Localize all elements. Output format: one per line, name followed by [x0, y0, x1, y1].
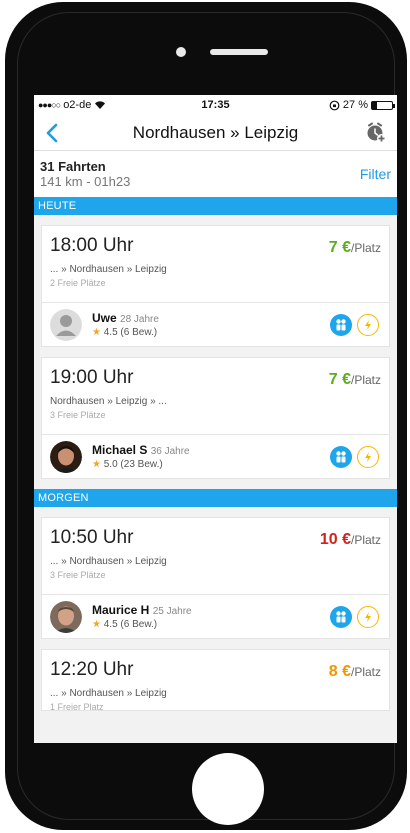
driver-name: Maurice H 25 Jahre — [92, 603, 192, 617]
driver-name-text: Uwe — [92, 311, 117, 325]
free-seats: 3 Freie Plätze — [50, 410, 106, 420]
price-amount: 10 € — [319, 531, 351, 548]
price-amount: 7 € — [328, 371, 351, 388]
driver-rating: ★ 5.0 (23 Bew.) — [92, 459, 190, 470]
price-amount: 8 € — [328, 663, 351, 680]
driver-age: 25 Jahre — [152, 606, 192, 617]
user-placeholder-icon — [50, 308, 82, 341]
back-button[interactable] — [34, 115, 70, 151]
add-alert-button[interactable] — [365, 122, 387, 144]
women-only-icon — [330, 446, 352, 468]
alarm-add-icon — [367, 122, 386, 143]
battery-icon — [371, 100, 395, 110]
app-screen: ●●●○○ o2-de 17:35 27 % Nordhausen » Leip… — [34, 95, 397, 743]
distance-duration: 141 km - 01h23 — [40, 174, 131, 189]
section-header-today: HEUTE — [34, 197, 397, 215]
price-unit: /Platz — [350, 241, 381, 255]
star-icon: ★ — [92, 459, 101, 470]
rating-text: 5.0 (23 Bew.) — [103, 459, 163, 470]
section-header-tomorrow: MORGEN — [34, 489, 397, 507]
price-unit: /Platz — [350, 373, 381, 387]
carrier-name: o2-de — [63, 99, 92, 111]
ride-details: 19:00 Uhr 7 €/Platz Nordhausen » Leipzig… — [42, 358, 389, 434]
ride-card[interactable]: 19:00 Uhr 7 €/Platz Nordhausen » Leipzig… — [41, 357, 390, 479]
driver-info: Uwe 28 Jahre ★ 4.5 (6 Bew.) — [92, 311, 159, 338]
women-only-icon — [330, 314, 352, 336]
star-icon: ★ — [92, 619, 101, 630]
navigation-bar: Nordhausen » Leipzig — [34, 115, 397, 151]
price: 10 €/Platz — [320, 531, 381, 549]
ride-details: 12:20 Uhr 8 €/Platz ... » Nordhausen » L… — [42, 650, 389, 711]
avatar — [50, 440, 82, 473]
results-summary: 31 Fahrten 141 km - 01h23 Filter — [34, 151, 397, 197]
instant-booking-icon — [357, 606, 379, 628]
rotation-lock-icon — [329, 100, 340, 110]
driver-name: Michael S 36 Jahre — [92, 443, 190, 457]
driver-info: Maurice H 25 Jahre ★ 4.5 (6 Bew.) — [92, 603, 192, 630]
driver-name-text: Maurice H — [92, 603, 150, 617]
home-button[interactable] — [192, 753, 264, 825]
price: 7 €/Platz — [329, 371, 381, 389]
battery-percent: 27 % — [342, 99, 368, 111]
filter-button[interactable]: Filter — [360, 166, 391, 182]
rating-text: 4.5 (6 Bew.) — [103, 619, 158, 630]
ride-details: 18:00 Uhr 7 €/Platz ... » Nordhausen » L… — [42, 226, 389, 302]
ride-card[interactable]: 18:00 Uhr 7 €/Platz ... » Nordhausen » L… — [41, 225, 390, 347]
driver-rating: ★ 4.5 (6 Bew.) — [92, 327, 159, 338]
driver-age: 36 Jahre — [150, 446, 190, 457]
driver-rating: ★ 4.5 (6 Bew.) — [92, 619, 192, 630]
driver-age: 28 Jahre — [120, 314, 159, 325]
free-seats: 1 Freier Platz — [50, 702, 104, 711]
price: 7 €/Platz — [329, 239, 381, 257]
price-unit: /Platz — [350, 533, 381, 547]
price-unit: /Platz — [350, 665, 381, 679]
page-title: Nordhausen » Leipzig — [132, 122, 299, 142]
front-camera — [176, 47, 186, 57]
free-seats: 2 Freie Plätze — [50, 278, 106, 288]
driver-name-text: Michael S — [92, 443, 148, 457]
driver-name: Uwe 28 Jahre — [92, 311, 159, 325]
battery-level — [372, 101, 378, 109]
instant-booking-icon — [357, 314, 379, 336]
ride-badges — [330, 606, 379, 628]
ride-card[interactable]: 10:50 Uhr 10 €/Platz ... » Nordhausen » … — [41, 517, 390, 639]
driver-row[interactable]: Maurice H 25 Jahre ★ 4.5 (6 Bew.) — [42, 594, 389, 638]
ride-card[interactable]: 12:20 Uhr 8 €/Platz ... » Nordhausen » L… — [41, 649, 390, 711]
ride-details: 10:50 Uhr 10 €/Platz ... » Nordhausen » … — [42, 518, 389, 594]
ride-count: 31 Fahrten — [40, 159, 106, 174]
driver-row[interactable]: Michael S 36 Jahre ★ 5.0 (23 Bew.) — [42, 434, 389, 478]
star-icon: ★ — [92, 327, 101, 338]
driver-photo-icon — [50, 600, 82, 633]
signal-strength-icon: ●●●○○ — [38, 100, 61, 110]
women-only-icon — [330, 606, 352, 628]
rating-text: 4.5 (6 Bew.) — [103, 327, 158, 338]
chevron-left-icon — [46, 123, 58, 142]
earpiece-speaker — [210, 49, 268, 55]
route: ... » Nordhausen » Leipzig — [50, 556, 167, 567]
price: 8 €/Platz — [329, 663, 381, 681]
phone-frame: ●●●○○ o2-de 17:35 27 % Nordhausen » Leip… — [5, 2, 407, 830]
wifi-icon — [95, 101, 106, 109]
free-seats: 3 Freie Plätze — [50, 570, 106, 580]
instant-booking-icon — [357, 446, 379, 468]
route: ... » Nordhausen » Leipzig — [50, 688, 167, 699]
ride-badges — [330, 314, 379, 336]
driver-info: Michael S 36 Jahre ★ 5.0 (23 Bew.) — [92, 443, 190, 470]
driver-row[interactable]: Uwe 28 Jahre ★ 4.5 (6 Bew.) — [42, 302, 389, 346]
price-amount: 7 € — [328, 239, 351, 256]
route: ... » Nordhausen » Leipzig — [50, 264, 167, 275]
avatar — [50, 308, 82, 341]
driver-photo-icon — [50, 440, 82, 473]
route: Nordhausen » Leipzig » ... — [50, 396, 167, 407]
status-bar: ●●●○○ o2-de 17:35 27 % — [34, 95, 397, 115]
ride-badges — [330, 446, 379, 468]
avatar — [50, 600, 82, 633]
